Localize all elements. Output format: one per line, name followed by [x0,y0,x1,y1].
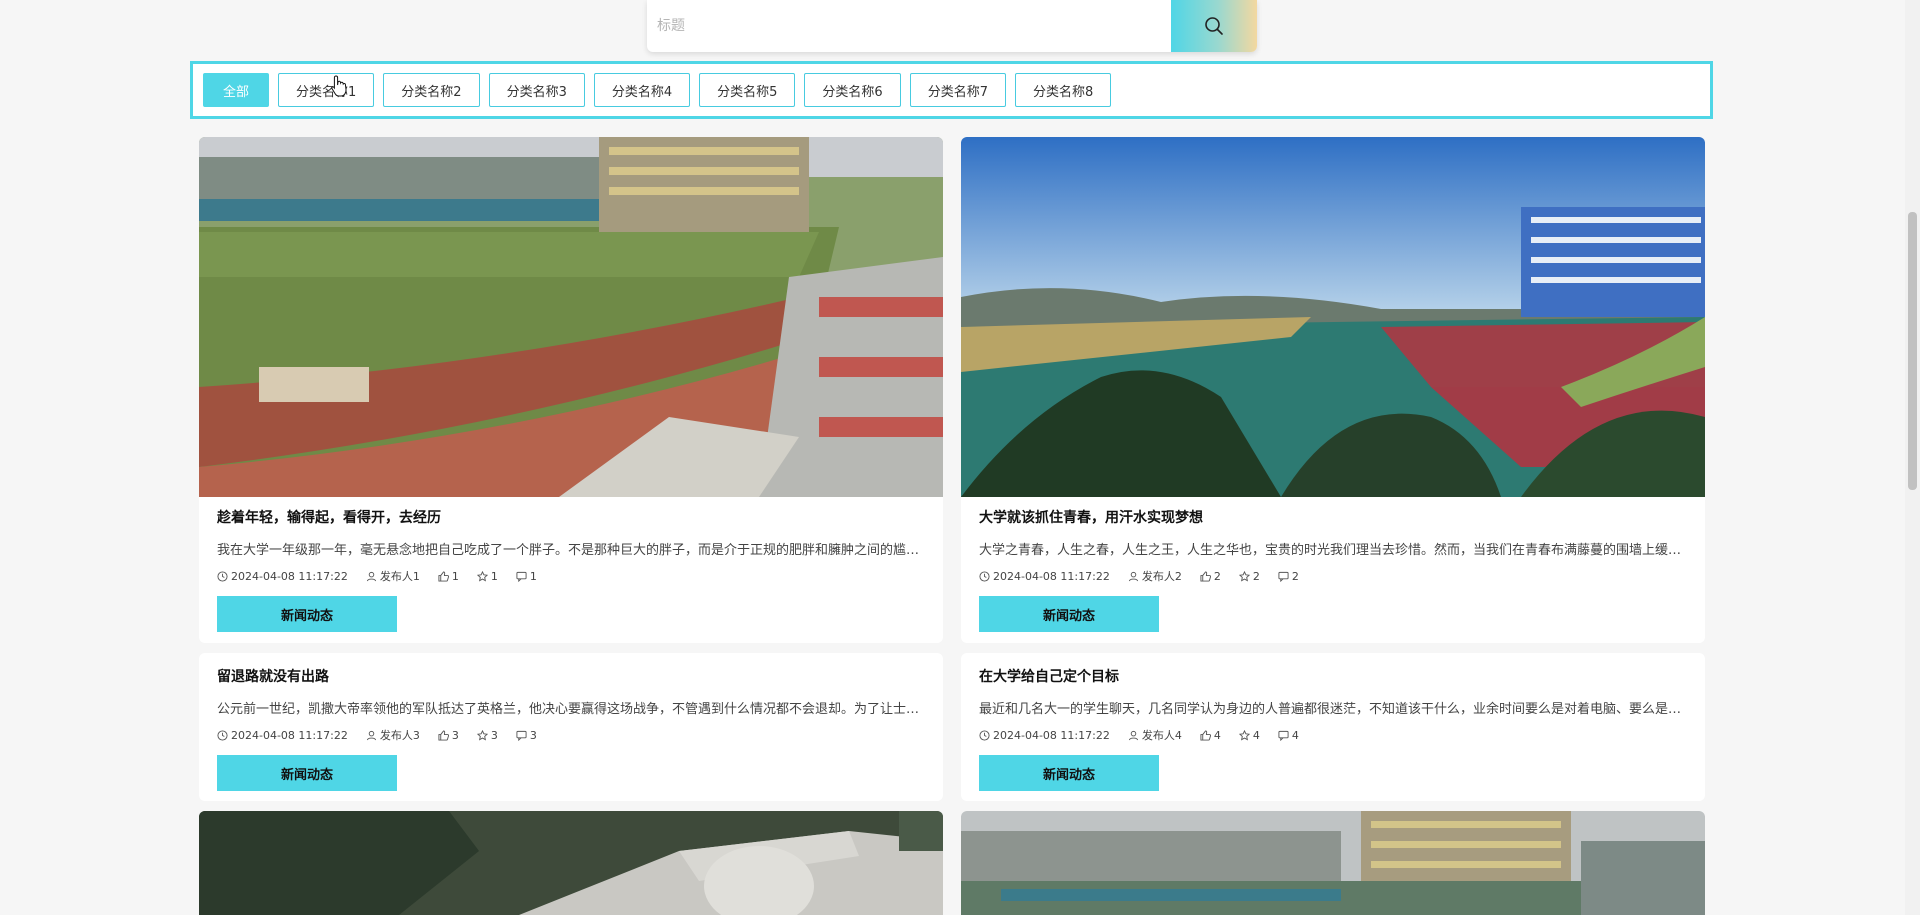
search-button[interactable] [1171,0,1257,52]
star-icon [1238,570,1250,582]
card-meta: 2024-04-08 11:17:22 发布人3 3 3 3 [217,727,925,743]
search-icon [1205,17,1223,35]
clock-icon [217,729,228,741]
category-tag-button[interactable]: 新闻动态 [217,755,397,791]
category-tag-button[interactable]: 新闻动态 [979,755,1159,791]
card-meta: 2024-04-08 11:17:22 发布人4 4 4 4 [979,727,1687,743]
publish-time: 2024-04-08 11:17:22 [231,569,348,583]
card-title[interactable]: 大学就该抓住青春，用汗水实现梦想 [979,507,1687,527]
card-title[interactable]: 在大学给自己定个目标 [979,666,1687,686]
card-meta: 2024-04-08 11:17:22 发布人1 1 1 1 [217,568,925,584]
hand-cursor-icon [331,75,347,97]
clock-icon [979,570,990,582]
publish-time: 2024-04-08 11:17:22 [231,728,348,742]
favorite-count: 1 [490,569,498,583]
comment-count: 2 [1291,569,1299,583]
publish-time: 2024-04-08 11:17:22 [993,728,1110,742]
news-card[interactable]: 大学就该抓住青春，用汗水实现梦想 大学之青春，人生之春，人生之王，人生之华也，宝… [961,137,1705,643]
basketball-courts-image[interactable] [961,137,1705,497]
campus-stadium-image[interactable] [961,811,1705,915]
comment-icon [516,571,527,582]
user-icon [366,730,376,740]
news-card[interactable] [199,811,943,915]
category-all[interactable]: 全部 [203,73,270,107]
page-scrollbar[interactable] [1905,0,1920,915]
publisher: 发布人2 [1141,570,1182,583]
scrollbar-thumb[interactable] [1908,212,1917,490]
publisher: 发布人1 [379,570,420,583]
user-icon [366,571,376,581]
campus-sports-field-image[interactable] [199,137,943,497]
category-2[interactable]: 分类名称2 [383,73,480,107]
news-card[interactable]: 在大学给自己定个目标 最近和几名大一的学生聊天，几名同学认为身边的人普遍都很迷茫… [961,653,1705,801]
star-icon [1238,729,1250,741]
publisher: 发布人3 [379,729,420,742]
publish-time: 2024-04-08 11:17:22 [993,569,1110,583]
comment-count: 4 [1291,728,1299,742]
card-description: 公元前一世纪，凯撒大帝率领他的军队抵达了英格兰，他决心要赢得这场战争，不管遇到什… [217,702,925,717]
card-description: 大学之青春，人生之春，人生之王，人生之华也，宝贵的时光我们理当去珍惜。然而，当我… [979,543,1687,558]
thumbs-up-icon [1200,570,1211,582]
category-7[interactable]: 分类名称7 [909,73,1006,107]
comment-count: 3 [529,728,537,742]
news-card[interactable]: 留退路就没有出路 公元前一世纪，凯撒大帝率领他的军队抵达了英格兰，他决心要赢得这… [199,653,943,801]
like-count: 4 [1213,728,1221,742]
thumbs-up-icon [438,570,449,582]
stone-sculpture-image[interactable] [199,811,943,915]
star-icon [476,729,488,741]
category-1[interactable]: 分类名称1 [278,73,375,107]
star-icon [476,570,488,582]
user-icon [1128,571,1138,581]
category-6[interactable]: 分类名称6 [804,73,901,107]
category-3[interactable]: 分类名称3 [488,73,585,107]
publisher: 发布人4 [1141,729,1182,742]
like-count: 1 [451,569,459,583]
comment-icon [1278,730,1289,741]
category-8[interactable]: 分类名称8 [1014,73,1112,107]
comment-icon [1278,571,1289,582]
category-bar: 全部 分类名称1 分类名称2 分类名称3 分类名称4 分类名称5 分类名称6 分… [190,61,1713,119]
thumbs-up-icon [438,729,449,741]
comment-icon [516,730,527,741]
search-input[interactable] [647,0,1171,52]
user-icon [1128,730,1138,740]
like-count: 2 [1213,569,1221,583]
comment-count: 1 [529,569,537,583]
card-meta: 2024-04-08 11:17:22 发布人2 2 2 2 [979,568,1687,584]
clock-icon [217,570,228,582]
card-title[interactable]: 趁着年轻，输得起，看得开，去经历 [217,507,925,527]
favorite-count: 4 [1252,728,1260,742]
category-5[interactable]: 分类名称5 [699,73,796,107]
category-4[interactable]: 分类名称4 [593,73,691,107]
like-count: 3 [451,728,459,742]
clock-icon [979,729,990,741]
news-card[interactable] [961,811,1705,915]
thumbs-up-icon [1200,729,1211,741]
favorite-count: 3 [490,728,498,742]
card-description: 最近和几名大一的学生聊天，几名同学认为身边的人普遍都很迷茫，不知道该干什么，业余… [979,702,1687,717]
search-bar [647,0,1257,52]
category-tag-button[interactable]: 新闻动态 [217,596,397,632]
category-tag-button[interactable]: 新闻动态 [979,596,1159,632]
card-title[interactable]: 留退路就没有出路 [217,666,925,686]
favorite-count: 2 [1252,569,1260,583]
card-description: 我在大学一年级那一年，毫无悬念地把自己吃成了一个胖子。不是那种巨大的胖子，而是介… [217,543,925,558]
news-card[interactable]: 趁着年轻，输得起，看得开，去经历 我在大学一年级那一年，毫无悬念地把自己吃成了一… [199,137,943,643]
